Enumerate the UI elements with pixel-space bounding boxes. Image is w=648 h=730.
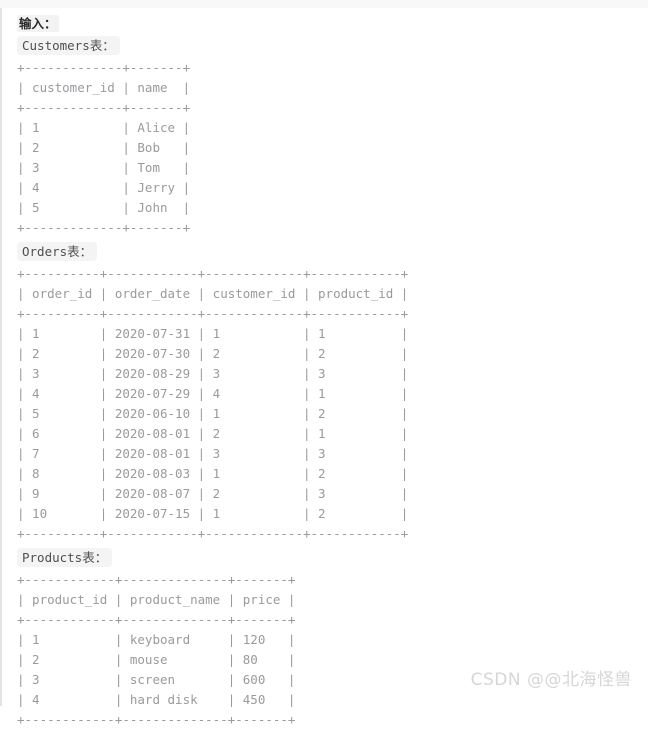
top-band bbox=[0, 0, 648, 8]
products-table: +------------+--------------+-------+ | … bbox=[17, 572, 296, 727]
input-quote-block: 输入： Customers表： +-------------+-------+ … bbox=[0, 8, 648, 727]
csdn-watermark: CSDN @@北海怪兽 bbox=[470, 670, 632, 690]
products-table-label: Products表： bbox=[17, 548, 113, 567]
orders-table: +----------+------------+-------------+-… bbox=[17, 266, 409, 541]
orders-table-label: Orders表： bbox=[17, 242, 98, 261]
customers-table: +-------------+-------+ | customer_id | … bbox=[17, 60, 191, 235]
products-label-row: Products表： bbox=[17, 548, 648, 568]
input-label-row: 输入： bbox=[17, 14, 648, 34]
input-label: 输入： bbox=[17, 15, 59, 32]
customers-label-row: Customers表： bbox=[17, 36, 648, 56]
customers-table-label: Customers表： bbox=[17, 36, 120, 55]
orders-label-row: Orders表： bbox=[17, 242, 648, 262]
